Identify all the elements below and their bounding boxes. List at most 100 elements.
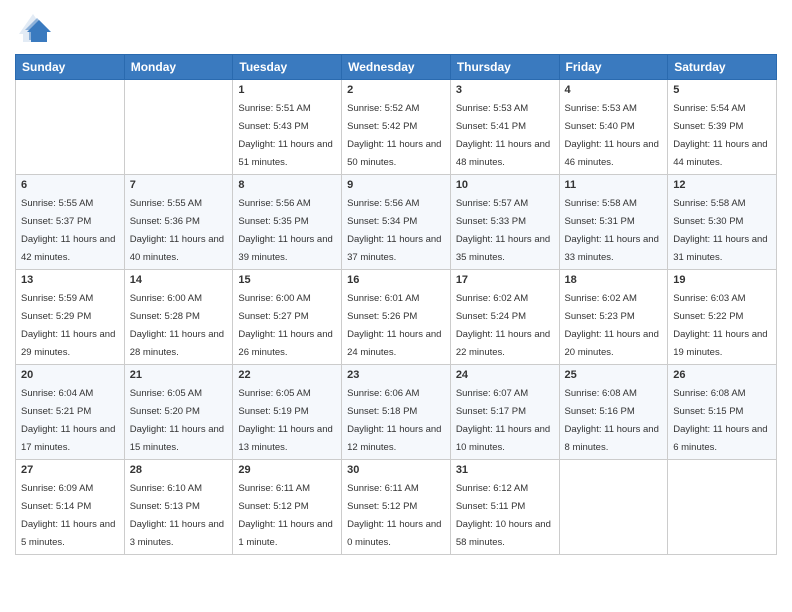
day-number: 26: [673, 369, 771, 381]
col-sunday: Sunday: [16, 55, 125, 80]
day-number: 28: [130, 464, 228, 476]
cell-info: Sunrise: 5:56 AMSunset: 5:35 PMDaylight:…: [238, 198, 332, 263]
cell-info: Sunrise: 6:05 AMSunset: 5:20 PMDaylight:…: [130, 388, 224, 453]
cell-info: Sunrise: 6:12 AMSunset: 5:11 PMDaylight:…: [456, 483, 551, 548]
calendar-cell: 23 Sunrise: 6:06 AMSunset: 5:18 PMDaylig…: [342, 365, 451, 460]
calendar-cell: 13 Sunrise: 5:59 AMSunset: 5:29 PMDaylig…: [16, 270, 125, 365]
cell-info: Sunrise: 6:02 AMSunset: 5:23 PMDaylight:…: [565, 293, 659, 358]
calendar-cell: 26 Sunrise: 6:08 AMSunset: 5:15 PMDaylig…: [668, 365, 777, 460]
calendar-week-4: 20 Sunrise: 6:04 AMSunset: 5:21 PMDaylig…: [16, 365, 777, 460]
calendar-cell: 16 Sunrise: 6:01 AMSunset: 5:26 PMDaylig…: [342, 270, 451, 365]
day-number: 31: [456, 464, 554, 476]
calendar-cell: 20 Sunrise: 6:04 AMSunset: 5:21 PMDaylig…: [16, 365, 125, 460]
calendar-cell: 11 Sunrise: 5:58 AMSunset: 5:31 PMDaylig…: [559, 175, 668, 270]
calendar-cell: 6 Sunrise: 5:55 AMSunset: 5:37 PMDayligh…: [16, 175, 125, 270]
day-number: 1: [238, 84, 336, 96]
day-number: 14: [130, 274, 228, 286]
calendar-cell: 28 Sunrise: 6:10 AMSunset: 5:13 PMDaylig…: [124, 460, 233, 555]
col-wednesday: Wednesday: [342, 55, 451, 80]
col-saturday: Saturday: [668, 55, 777, 80]
header-row: Sunday Monday Tuesday Wednesday Thursday…: [16, 55, 777, 80]
calendar-week-3: 13 Sunrise: 5:59 AMSunset: 5:29 PMDaylig…: [16, 270, 777, 365]
cell-info: Sunrise: 5:57 AMSunset: 5:33 PMDaylight:…: [456, 198, 550, 263]
calendar-cell: 1 Sunrise: 5:51 AMSunset: 5:43 PMDayligh…: [233, 80, 342, 175]
day-number: 20: [21, 369, 119, 381]
cell-info: Sunrise: 6:09 AMSunset: 5:14 PMDaylight:…: [21, 483, 115, 548]
day-number: 11: [565, 179, 663, 191]
cell-info: Sunrise: 6:11 AMSunset: 5:12 PMDaylight:…: [347, 483, 441, 548]
calendar-table: Sunday Monday Tuesday Wednesday Thursday…: [15, 54, 777, 555]
calendar-cell: [124, 80, 233, 175]
day-number: 18: [565, 274, 663, 286]
calendar-cell: 9 Sunrise: 5:56 AMSunset: 5:34 PMDayligh…: [342, 175, 451, 270]
calendar-week-5: 27 Sunrise: 6:09 AMSunset: 5:14 PMDaylig…: [16, 460, 777, 555]
col-monday: Monday: [124, 55, 233, 80]
col-tuesday: Tuesday: [233, 55, 342, 80]
day-number: 27: [21, 464, 119, 476]
day-number: 7: [130, 179, 228, 191]
cell-info: Sunrise: 6:06 AMSunset: 5:18 PMDaylight:…: [347, 388, 441, 453]
day-number: 24: [456, 369, 554, 381]
cell-info: Sunrise: 5:59 AMSunset: 5:29 PMDaylight:…: [21, 293, 115, 358]
day-number: 4: [565, 84, 663, 96]
calendar-cell: 4 Sunrise: 5:53 AMSunset: 5:40 PMDayligh…: [559, 80, 668, 175]
day-number: 13: [21, 274, 119, 286]
cell-info: Sunrise: 6:03 AMSunset: 5:22 PMDaylight:…: [673, 293, 767, 358]
cell-info: Sunrise: 6:05 AMSunset: 5:19 PMDaylight:…: [238, 388, 332, 453]
calendar-cell: 7 Sunrise: 5:55 AMSunset: 5:36 PMDayligh…: [124, 175, 233, 270]
logo: [15, 10, 55, 46]
day-number: 30: [347, 464, 445, 476]
cell-info: Sunrise: 5:58 AMSunset: 5:31 PMDaylight:…: [565, 198, 659, 263]
calendar-cell: 5 Sunrise: 5:54 AMSunset: 5:39 PMDayligh…: [668, 80, 777, 175]
day-number: 23: [347, 369, 445, 381]
day-number: 6: [21, 179, 119, 191]
day-number: 29: [238, 464, 336, 476]
calendar-week-1: 1 Sunrise: 5:51 AMSunset: 5:43 PMDayligh…: [16, 80, 777, 175]
cell-info: Sunrise: 5:56 AMSunset: 5:34 PMDaylight:…: [347, 198, 441, 263]
calendar-cell: [668, 460, 777, 555]
day-number: 10: [456, 179, 554, 191]
calendar-cell: 8 Sunrise: 5:56 AMSunset: 5:35 PMDayligh…: [233, 175, 342, 270]
day-number: 22: [238, 369, 336, 381]
cell-info: Sunrise: 5:53 AMSunset: 5:40 PMDaylight:…: [565, 103, 659, 168]
cell-info: Sunrise: 6:01 AMSunset: 5:26 PMDaylight:…: [347, 293, 441, 358]
cell-info: Sunrise: 5:53 AMSunset: 5:41 PMDaylight:…: [456, 103, 550, 168]
calendar-cell: 31 Sunrise: 6:12 AMSunset: 5:11 PMDaylig…: [450, 460, 559, 555]
calendar-cell: 10 Sunrise: 5:57 AMSunset: 5:33 PMDaylig…: [450, 175, 559, 270]
calendar-cell: 19 Sunrise: 6:03 AMSunset: 5:22 PMDaylig…: [668, 270, 777, 365]
calendar-cell: 12 Sunrise: 5:58 AMSunset: 5:30 PMDaylig…: [668, 175, 777, 270]
calendar-page: Sunday Monday Tuesday Wednesday Thursday…: [0, 0, 792, 612]
day-number: 5: [673, 84, 771, 96]
calendar-cell: 27 Sunrise: 6:09 AMSunset: 5:14 PMDaylig…: [16, 460, 125, 555]
day-number: 3: [456, 84, 554, 96]
calendar-cell: 24 Sunrise: 6:07 AMSunset: 5:17 PMDaylig…: [450, 365, 559, 460]
day-number: 17: [456, 274, 554, 286]
cell-info: Sunrise: 6:00 AMSunset: 5:27 PMDaylight:…: [238, 293, 332, 358]
day-number: 15: [238, 274, 336, 286]
page-header: [15, 10, 777, 46]
calendar-cell: 18 Sunrise: 6:02 AMSunset: 5:23 PMDaylig…: [559, 270, 668, 365]
calendar-cell: 17 Sunrise: 6:02 AMSunset: 5:24 PMDaylig…: [450, 270, 559, 365]
cell-info: Sunrise: 5:51 AMSunset: 5:43 PMDaylight:…: [238, 103, 332, 168]
day-number: 12: [673, 179, 771, 191]
cell-info: Sunrise: 5:54 AMSunset: 5:39 PMDaylight:…: [673, 103, 767, 168]
day-number: 2: [347, 84, 445, 96]
day-number: 21: [130, 369, 228, 381]
cell-info: Sunrise: 6:11 AMSunset: 5:12 PMDaylight:…: [238, 483, 332, 548]
cell-info: Sunrise: 6:02 AMSunset: 5:24 PMDaylight:…: [456, 293, 550, 358]
calendar-week-2: 6 Sunrise: 5:55 AMSunset: 5:37 PMDayligh…: [16, 175, 777, 270]
day-number: 9: [347, 179, 445, 191]
calendar-cell: 15 Sunrise: 6:00 AMSunset: 5:27 PMDaylig…: [233, 270, 342, 365]
cell-info: Sunrise: 6:08 AMSunset: 5:15 PMDaylight:…: [673, 388, 767, 453]
day-number: 19: [673, 274, 771, 286]
calendar-cell: 2 Sunrise: 5:52 AMSunset: 5:42 PMDayligh…: [342, 80, 451, 175]
calendar-cell: 14 Sunrise: 6:00 AMSunset: 5:28 PMDaylig…: [124, 270, 233, 365]
cell-info: Sunrise: 5:52 AMSunset: 5:42 PMDaylight:…: [347, 103, 441, 168]
calendar-cell: 21 Sunrise: 6:05 AMSunset: 5:20 PMDaylig…: [124, 365, 233, 460]
day-number: 16: [347, 274, 445, 286]
cell-info: Sunrise: 6:10 AMSunset: 5:13 PMDaylight:…: [130, 483, 224, 548]
calendar-cell: 22 Sunrise: 6:05 AMSunset: 5:19 PMDaylig…: [233, 365, 342, 460]
col-thursday: Thursday: [450, 55, 559, 80]
logo-icon: [15, 10, 51, 46]
cell-info: Sunrise: 5:55 AMSunset: 5:36 PMDaylight:…: [130, 198, 224, 263]
